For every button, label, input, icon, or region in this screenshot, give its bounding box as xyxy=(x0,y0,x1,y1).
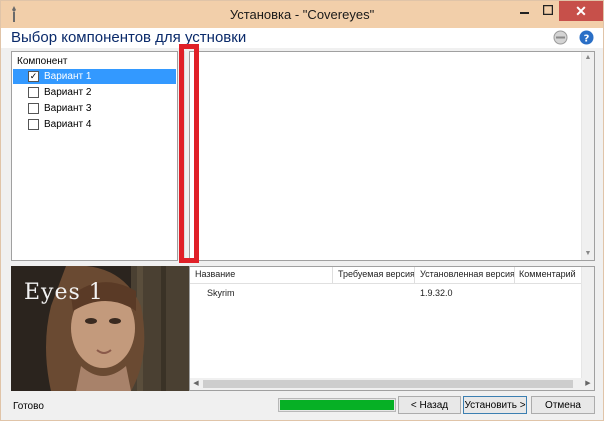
component-label: Вариант 2 xyxy=(44,87,92,98)
back-button[interactable]: < Назад xyxy=(398,396,461,414)
column-header-installed[interactable]: Установленная версия xyxy=(420,269,515,281)
progress-bar xyxy=(278,398,396,412)
table-cell-name: Skyrim xyxy=(207,288,235,298)
component-label: Вариант 3 xyxy=(44,103,92,114)
description-panel: ▲ ▼ xyxy=(189,51,595,261)
table-vertical-scrollbar[interactable] xyxy=(581,267,594,378)
components-column-header: Компонент xyxy=(17,56,68,67)
component-item[interactable]: Вариант 2 xyxy=(13,85,176,100)
component-item[interactable]: Вариант 3 xyxy=(13,101,176,116)
page-title: Выбор компонентов для устновки xyxy=(11,29,247,46)
column-divider[interactable] xyxy=(514,267,515,283)
close-icon: ✕ xyxy=(575,2,587,19)
description-scrollbar[interactable]: ▲ ▼ xyxy=(581,52,594,260)
table-cell-installed: 1.9.32.0 xyxy=(420,288,453,298)
component-checkbox[interactable] xyxy=(28,87,39,98)
component-checkbox[interactable] xyxy=(28,103,39,114)
help-icon[interactable]: ? xyxy=(579,30,594,45)
components-panel: Компонент ✓ Вариант 1 Вариант 2 Вариант … xyxy=(11,51,178,261)
preview-caption: Eyes 1 xyxy=(24,280,104,305)
component-label: Вариант 1 xyxy=(44,71,92,82)
column-header-required[interactable]: Требуемая версия xyxy=(338,269,415,281)
scroll-thumb[interactable] xyxy=(203,380,573,388)
minimize-icon xyxy=(520,4,530,18)
settings-icon[interactable] xyxy=(553,30,568,45)
scroll-left-icon[interactable]: ◀ xyxy=(190,378,202,390)
highlight-marker xyxy=(179,44,199,263)
column-divider[interactable] xyxy=(332,267,333,283)
scroll-up-icon[interactable]: ▲ xyxy=(582,52,594,64)
requirements-table: Название Требуемая версия Установленная … xyxy=(189,266,595,391)
column-header-name[interactable]: Название xyxy=(195,269,235,281)
close-button[interactable]: ✕ xyxy=(559,1,603,21)
column-header-comment[interactable]: Комментарий xyxy=(519,269,576,281)
component-item[interactable]: Вариант 4 xyxy=(13,117,176,132)
component-item[interactable]: ✓ Вариант 1 xyxy=(13,69,176,84)
component-label: Вариант 4 xyxy=(44,119,92,130)
scroll-down-icon[interactable]: ▼ xyxy=(582,248,594,260)
minimize-button[interactable] xyxy=(513,1,537,21)
component-checkbox[interactable]: ✓ xyxy=(28,71,39,82)
table-horizontal-scrollbar[interactable]: ◀ ▶ xyxy=(190,378,594,390)
maximize-button[interactable] xyxy=(537,1,559,21)
progress-fill xyxy=(280,400,394,410)
table-header: Название Требуемая версия Установленная … xyxy=(190,267,584,284)
column-divider[interactable] xyxy=(414,267,415,283)
page-header: Выбор компонентов для устновки ? xyxy=(1,28,603,48)
status-text: Готово xyxy=(13,401,44,412)
svg-text:?: ? xyxy=(584,34,590,45)
install-button[interactable]: Установить > xyxy=(463,396,527,414)
cancel-button[interactable]: Отмена xyxy=(531,396,595,414)
title-bar[interactable]: Установка - "Covereyes" ✕ xyxy=(1,1,603,28)
installer-window: Установка - "Covereyes" ✕ Выбор компонен… xyxy=(0,0,604,421)
maximize-icon xyxy=(542,4,554,18)
scroll-right-icon[interactable]: ▶ xyxy=(582,378,594,390)
preview-image: Eyes 1 xyxy=(11,266,189,391)
component-checkbox[interactable] xyxy=(28,119,39,130)
